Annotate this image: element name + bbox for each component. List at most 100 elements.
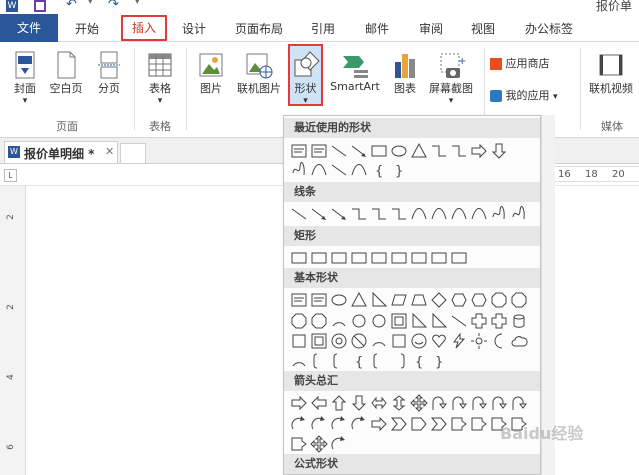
tab-design[interactable]: 设计 [171, 19, 217, 39]
plus-shape-icon[interactable] [470, 312, 488, 330]
oct-shape-icon[interactable] [310, 312, 328, 330]
rtri-shape-icon[interactable] [370, 291, 388, 309]
frame-shape-icon[interactable] [390, 312, 408, 330]
arc-shape-icon[interactable] [290, 352, 308, 370]
online-video-button[interactable]: 联机视频 [584, 50, 638, 96]
undo-icon[interactable]: ↶ [66, 0, 77, 12]
arc-shape-icon[interactable] [370, 332, 388, 350]
line-shape-icon[interactable] [330, 142, 348, 160]
rect-shape-icon[interactable] [350, 249, 368, 267]
rect-shape-icon[interactable] [430, 249, 448, 267]
rbracket-shape-icon[interactable] [390, 352, 408, 370]
larrow-shape-icon[interactable] [310, 394, 328, 412]
arrowline-shape-icon[interactable] [310, 205, 328, 223]
pentarrow-shape-icon[interactable] [410, 415, 428, 433]
tri-shape-icon[interactable] [410, 142, 428, 160]
curve-shape-icon[interactable] [470, 205, 488, 223]
tab-mailings[interactable]: 邮件 [354, 19, 400, 39]
scrib-shape-icon[interactable] [290, 161, 308, 179]
trap-shape-icon[interactable] [410, 291, 428, 309]
smartart-button[interactable]: SmartArt [328, 50, 382, 93]
ellipse-shape-icon[interactable] [330, 291, 348, 309]
app-store-button[interactable]: 应用商店 [490, 55, 562, 71]
darrow-shape-icon[interactable] [490, 142, 508, 160]
elbow-shape-icon[interactable] [430, 142, 448, 160]
uturn-shape-icon[interactable] [430, 394, 448, 412]
rarrow-shape-icon[interactable] [470, 142, 488, 160]
tab-references[interactable]: 引用 [300, 19, 346, 39]
rect-shape-icon[interactable] [370, 142, 388, 160]
arrowline-shape-icon[interactable] [330, 205, 348, 223]
nosym-shape-icon[interactable] [350, 332, 368, 350]
curve-shape-icon[interactable] [410, 205, 428, 223]
undo-dropdown-icon[interactable]: ▾ [88, 0, 93, 7]
rtri-shape-icon[interactable] [430, 312, 448, 330]
chevron-shape-icon[interactable] [430, 415, 448, 433]
tab-file[interactable]: 文件 [0, 14, 58, 42]
brace2-shape-icon[interactable]: } [390, 161, 408, 179]
callout-shape-icon[interactable] [470, 415, 488, 433]
elbow-shape-icon[interactable] [370, 205, 388, 223]
tab-view[interactable]: 视图 [460, 19, 506, 39]
my-apps-button[interactable]: 我的应用 ▾ [490, 87, 576, 103]
plus-shape-icon[interactable] [490, 312, 508, 330]
tab-page-layout[interactable]: 页面布局 [226, 19, 292, 39]
uturn-shape-icon[interactable] [450, 394, 468, 412]
bracket-shape-icon[interactable] [330, 352, 348, 370]
uturn-shape-icon[interactable] [490, 394, 508, 412]
brace-shape-icon[interactable]: { [370, 161, 388, 179]
lrarrow-shape-icon[interactable] [370, 394, 388, 412]
chevron-shape-icon[interactable] [390, 415, 408, 433]
textbox-shape-icon[interactable] [290, 142, 308, 160]
textbox-shape-icon[interactable] [310, 142, 328, 160]
square-shape-icon[interactable] [290, 332, 308, 350]
quad-shape-icon[interactable] [310, 435, 328, 453]
oct-shape-icon[interactable] [290, 312, 308, 330]
redo-icon[interactable]: ↷ [108, 0, 119, 12]
elbow-shape-icon[interactable] [390, 205, 408, 223]
rarrow-shape-icon[interactable] [370, 415, 388, 433]
uturn-shape-icon[interactable] [470, 394, 488, 412]
rect-shape-icon[interactable] [290, 249, 308, 267]
bracket-shape-icon[interactable] [370, 352, 388, 370]
curve-shape-icon[interactable] [450, 205, 468, 223]
brace2-shape-icon[interactable]: } [430, 352, 448, 370]
oct-shape-icon[interactable] [510, 291, 528, 309]
smiley-shape-icon[interactable] [410, 332, 428, 350]
oct-shape-icon[interactable] [490, 291, 508, 309]
tab-insert[interactable]: 插入 [121, 15, 167, 41]
hex-shape-icon[interactable] [450, 291, 468, 309]
bracket-shape-icon[interactable] [310, 352, 328, 370]
brace-shape-icon[interactable]: { [350, 352, 368, 370]
donut-shape-icon[interactable] [330, 332, 348, 350]
moon-shape-icon[interactable] [490, 332, 508, 350]
uturn-shape-icon[interactable] [510, 394, 528, 412]
curve-shape-icon[interactable] [350, 161, 368, 179]
elbow-shape-icon[interactable] [450, 142, 468, 160]
cloud-shape-icon[interactable] [510, 332, 528, 350]
rect-shape-icon[interactable] [370, 249, 388, 267]
chart-button[interactable]: 图表 [388, 50, 422, 96]
line-shape-icon[interactable] [330, 161, 348, 179]
curve-shape-icon[interactable] [310, 161, 328, 179]
sun-shape-icon[interactable] [470, 332, 488, 350]
quad-shape-icon[interactable] [410, 394, 428, 412]
para-shape-icon[interactable] [390, 291, 408, 309]
scrib-shape-icon[interactable] [510, 205, 528, 223]
shapes-button[interactable]: 形状 ▾ [288, 44, 323, 106]
new-tab-button[interactable] [120, 143, 146, 163]
line-shape-icon[interactable] [450, 312, 468, 330]
close-tab-icon[interactable]: ✕ [105, 145, 114, 158]
textbox-shape-icon[interactable] [290, 291, 308, 309]
tab-review[interactable]: 审阅 [408, 19, 454, 39]
brace-shape-icon[interactable]: { [410, 352, 428, 370]
curvedarrow-shape-icon[interactable] [350, 415, 368, 433]
can-shape-icon[interactable] [510, 312, 528, 330]
textbox-shape-icon[interactable] [310, 291, 328, 309]
picture-button[interactable]: 图片 [194, 50, 228, 96]
tab-stop-selector[interactable]: L [4, 169, 17, 182]
elbow-shape-icon[interactable] [350, 205, 368, 223]
rect-shape-icon[interactable] [450, 249, 468, 267]
curvedarrow-shape-icon[interactable] [290, 415, 308, 433]
curve-shape-icon[interactable] [430, 205, 448, 223]
